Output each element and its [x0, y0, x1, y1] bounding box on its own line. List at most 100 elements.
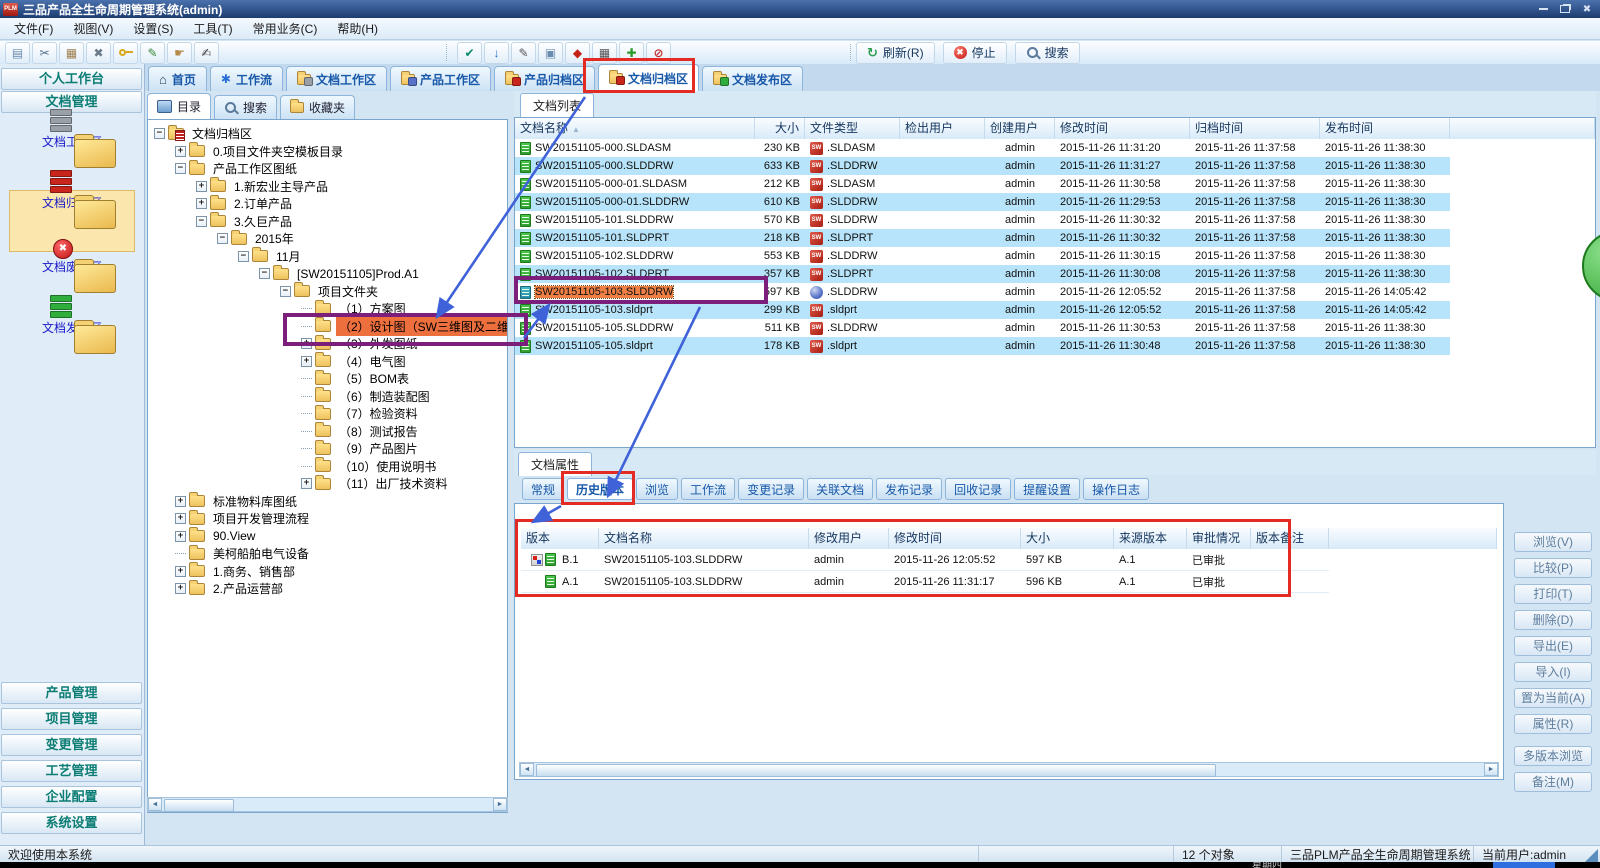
tree-node[interactable]: +（3）外发图纸 [148, 335, 507, 353]
table-row[interactable]: SW20151105-000-01.SLDASM212 KBSW.SLDASMa… [515, 175, 1450, 193]
collapse-icon[interactable]: − [175, 163, 186, 174]
sidebar-section-button[interactable]: 系统设置 [1, 812, 142, 834]
edit-icon[interactable]: ✎ [140, 42, 165, 64]
tree-node[interactable]: （5）BOM表 [148, 370, 507, 388]
expand-icon[interactable]: + [175, 496, 186, 507]
table-row[interactable]: SW20151105-105.sldprt178 KBSW.sldprtadmi… [515, 337, 1450, 355]
refresh-button[interactable]: ↻ 刷新(R) [856, 42, 935, 64]
history-row[interactable]: B.1SW20151105-103.SLDDRWadmin2015-11-26 … [521, 549, 1329, 571]
taskbar-button[interactable] [1493, 862, 1555, 868]
column-header[interactable]: 归档时间 [1190, 118, 1320, 139]
edit-document-icon[interactable]: ✎ [511, 42, 536, 64]
main-tab[interactable]: ⌂首页 [148, 66, 207, 91]
expand-icon[interactable]: + [301, 338, 312, 349]
tree-node[interactable]: （10）使用说明书 [148, 458, 507, 476]
tree-node[interactable]: +（4）电气图 [148, 353, 507, 371]
sidebar-item[interactable]: ✖文档废止区 [9, 255, 135, 314]
menu-item[interactable]: 帮助(H) [327, 17, 388, 40]
sidebar-item[interactable]: 文档工作区 [9, 130, 135, 188]
tree-node[interactable]: +90.View [148, 528, 507, 546]
sidebar-section-button[interactable]: 项目管理 [1, 708, 142, 730]
collapse-icon[interactable]: − [259, 268, 270, 279]
resize-grip[interactable] [1585, 849, 1598, 862]
tree-node[interactable]: −2015年 [148, 230, 507, 248]
scrollbar-thumb[interactable] [536, 764, 1216, 777]
column-header[interactable]: 文件类型 [805, 118, 900, 139]
tree-node[interactable]: （1）方案图 [148, 300, 507, 318]
column-header[interactable]: 创建用户 [985, 118, 1055, 139]
version-action-button[interactable]: 导入(I) [1514, 662, 1592, 682]
expand-icon[interactable]: + [175, 513, 186, 524]
history-column-header[interactable]: 文档名称 [599, 528, 809, 549]
table-row[interactable]: SW20151105-101.SLDPRT218 KBSW.SLDPRTadmi… [515, 229, 1450, 247]
props-subtab[interactable]: 历史版本 [567, 478, 633, 500]
tree-node[interactable]: （6）制造装配图 [148, 388, 507, 406]
history-column-header[interactable]: 修改时间 [889, 528, 1021, 549]
tree-node[interactable]: 美柯船舶电气设备 [148, 545, 507, 563]
props-subtab[interactable]: 提醒设置 [1014, 478, 1080, 500]
props-subtab[interactable]: 常规 [522, 478, 564, 500]
props-subtab[interactable]: 浏览 [636, 478, 678, 500]
version-action-button[interactable]: 导出(E) [1514, 636, 1592, 656]
version-action-button[interactable]: 属性(R) [1514, 714, 1592, 734]
collapse-icon[interactable]: − [238, 251, 249, 262]
doc-list-tab[interactable]: 文档列表 [520, 93, 594, 117]
sidebar-item[interactable]: 文档归档区 [9, 190, 135, 252]
version-action-button[interactable]: 浏览(V) [1514, 532, 1592, 552]
menu-item[interactable]: 常用业务(C) [243, 17, 328, 40]
scrollbar-thumb[interactable] [164, 799, 234, 812]
props-subtab[interactable]: 发布记录 [876, 478, 942, 500]
version-action-button[interactable]: 置为当前(A) [1514, 688, 1592, 708]
props-horizontal-scrollbar[interactable]: ◄ ► [519, 762, 1499, 777]
expand-icon[interactable]: + [301, 356, 312, 367]
tree-tab[interactable]: 目录 [147, 93, 211, 119]
version-action-button[interactable]: 备注(M) [1514, 772, 1592, 792]
table-row[interactable]: SW20151105-103.SLDDRW597 KB.SLDDRWadmin2… [515, 283, 1450, 301]
tree-node[interactable]: +（11）出厂技术资料 [148, 475, 507, 493]
sidebar-section-button[interactable]: 产品管理 [1, 682, 142, 704]
table-row[interactable]: SW20151105-103.sldprt299 KBSW.sldprtadmi… [515, 301, 1450, 319]
tree-node[interactable]: （2）设计图（SW三维图及二维图） [148, 318, 507, 336]
history-column-header[interactable]: 审批情况 [1187, 528, 1251, 549]
history-column-header[interactable]: 版本 [521, 528, 599, 549]
download-icon[interactable]: ↓ [484, 42, 509, 64]
block-document-icon[interactable]: ⊘ [646, 42, 671, 64]
tree-tab[interactable]: 搜索 [214, 95, 277, 119]
tree-node[interactable]: +项目开发管理流程 [148, 510, 507, 528]
search-button[interactable]: 搜索 [1015, 42, 1080, 64]
tree-node[interactable]: +2.产品运营部 [148, 580, 507, 598]
tree-node[interactable]: （9）产品图片 [148, 440, 507, 458]
minimize-button[interactable] [1536, 4, 1550, 15]
copy-document-icon[interactable]: ▣ [538, 42, 563, 64]
version-action-button[interactable]: 打印(T) [1514, 584, 1592, 604]
expand-icon[interactable]: + [196, 198, 207, 209]
tree-node[interactable]: −产品工作区图纸 [148, 160, 507, 178]
menu-item[interactable]: 文件(F) [4, 17, 63, 40]
version-action-button[interactable]: 删除(D) [1514, 610, 1592, 630]
menu-item[interactable]: 工具(T) [183, 17, 242, 40]
history-column-header[interactable]: 大小 [1021, 528, 1114, 549]
history-column-header[interactable]: 来源版本 [1114, 528, 1187, 549]
tree-node[interactable]: −3.久巨产品 [148, 213, 507, 231]
column-header[interactable]: 发布时间 [1320, 118, 1450, 139]
menu-item[interactable]: 视图(V) [63, 17, 123, 40]
expand-icon[interactable]: + [175, 566, 186, 577]
column-header[interactable]: 修改时间 [1055, 118, 1190, 139]
expand-icon[interactable]: + [175, 531, 186, 542]
expand-icon[interactable]: + [175, 146, 186, 157]
sidebar-section-button[interactable]: 变更管理 [1, 734, 142, 756]
sign-hand-icon[interactable]: ✍ [194, 42, 219, 64]
tree-node[interactable]: −文档归档区 [148, 125, 507, 143]
tree-node[interactable]: +1.商务、销售部 [148, 563, 507, 581]
tree-node[interactable]: （7）检验资料 [148, 405, 507, 423]
table-row[interactable]: SW20151105-000.SLDDRW633 KBSW.SLDDRWadmi… [515, 157, 1450, 175]
table-row[interactable]: SW20151105-105.SLDDRW511 KBSW.SLDDRWadmi… [515, 319, 1450, 337]
tree-node[interactable]: （8）测试报告 [148, 423, 507, 441]
tree-node[interactable]: −项目文件夹 [148, 283, 507, 301]
delete-icon[interactable]: ✖ [86, 42, 111, 64]
stop-button[interactable]: ✖ 停止 [943, 42, 1007, 64]
props-subtab[interactable]: 变更记录 [738, 478, 804, 500]
tree-node[interactable]: +2.订单产品 [148, 195, 507, 213]
main-tab[interactable]: 文档工作区 [286, 66, 387, 91]
table-row[interactable]: SW20151105-101.SLDDRW570 KBSW.SLDDRWadmi… [515, 211, 1450, 229]
